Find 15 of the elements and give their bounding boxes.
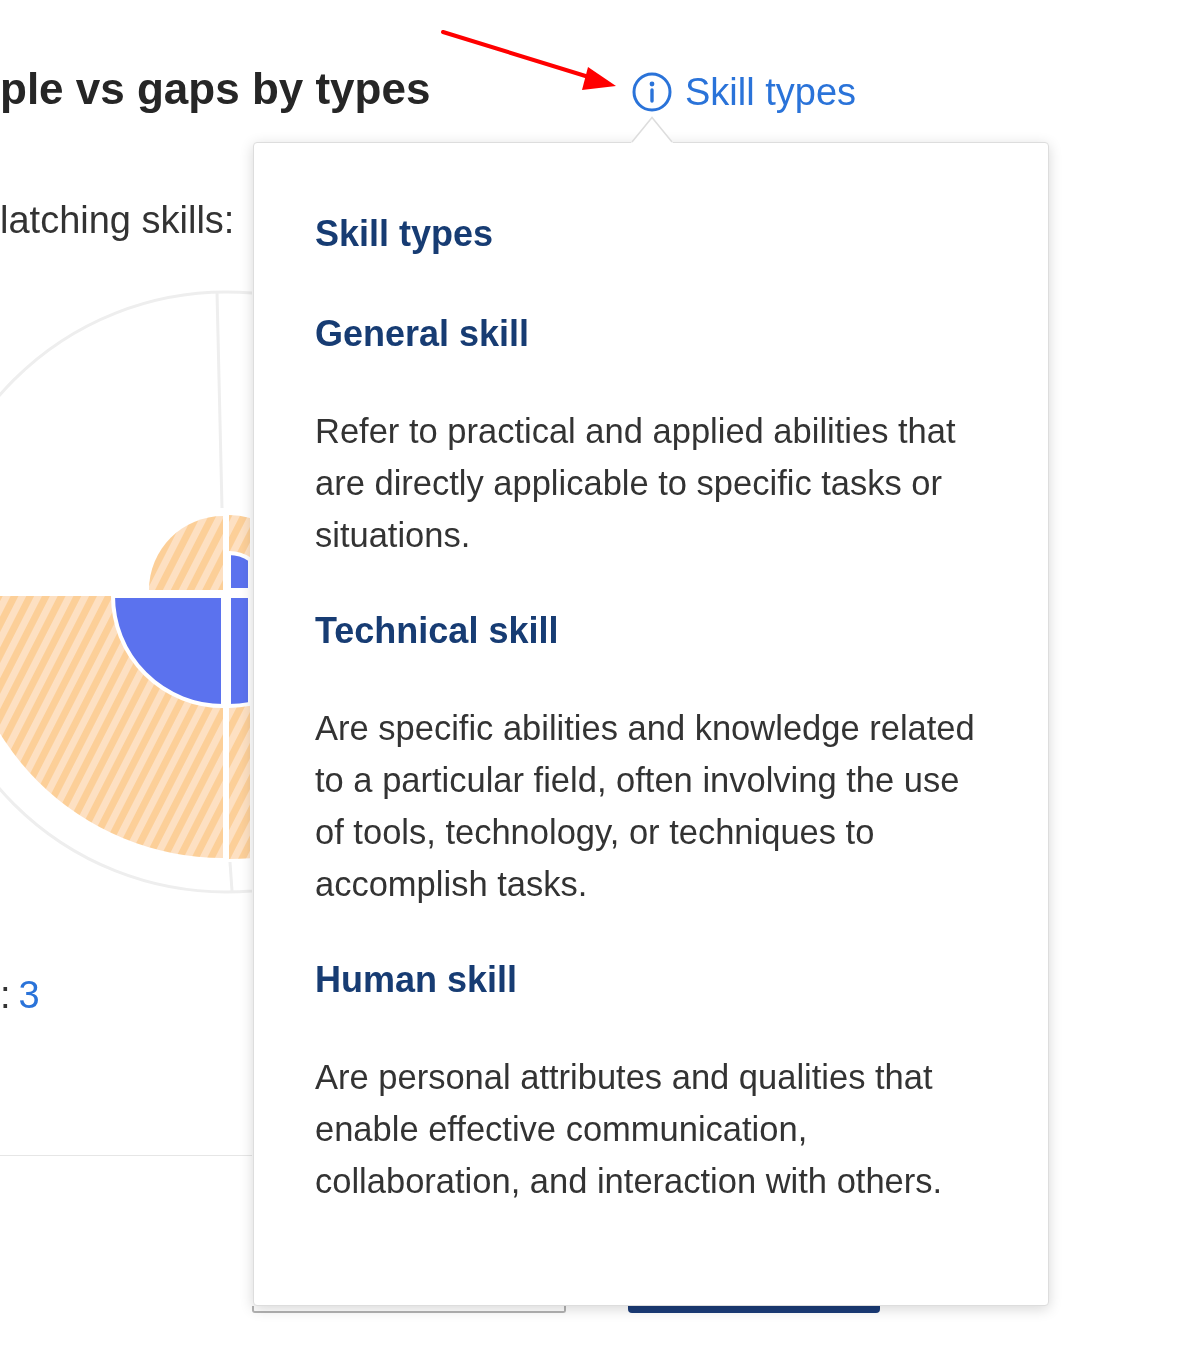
section-title: ple vs gaps by types <box>0 64 431 114</box>
skill-type-heading: Technical skill <box>315 609 559 653</box>
skill-type-description: Are specific abilities and knowledge related to a particular field, often involving the use of tools, technology, or techniques to accomplish tasks. <box>315 708 976 905</box>
gaps-label: : <box>0 973 11 1018</box>
matching-skills-label: latching skills: <box>0 198 235 243</box>
info-icon <box>632 72 672 112</box>
filled-button-edge[interactable] <box>628 1306 880 1313</box>
outlined-button-edge[interactable] <box>252 1306 566 1313</box>
popover-title: Skill types <box>315 212 494 256</box>
skill-type-description: Are personal attributes and qualities that enable effective communication, collaboration, and interaction with others. <box>315 1057 944 1202</box>
skill-type-description: Refer to practical and applied abilities that are directly applicable to specific tasks or situations. <box>315 411 957 556</box>
skill-type-heading: Human skill <box>315 958 518 1002</box>
skill-types-link[interactable]: Skill types <box>632 69 857 115</box>
gaps-count-link[interactable]: 3 <box>18 972 40 1018</box>
skill-type-heading: General skill <box>315 312 530 356</box>
